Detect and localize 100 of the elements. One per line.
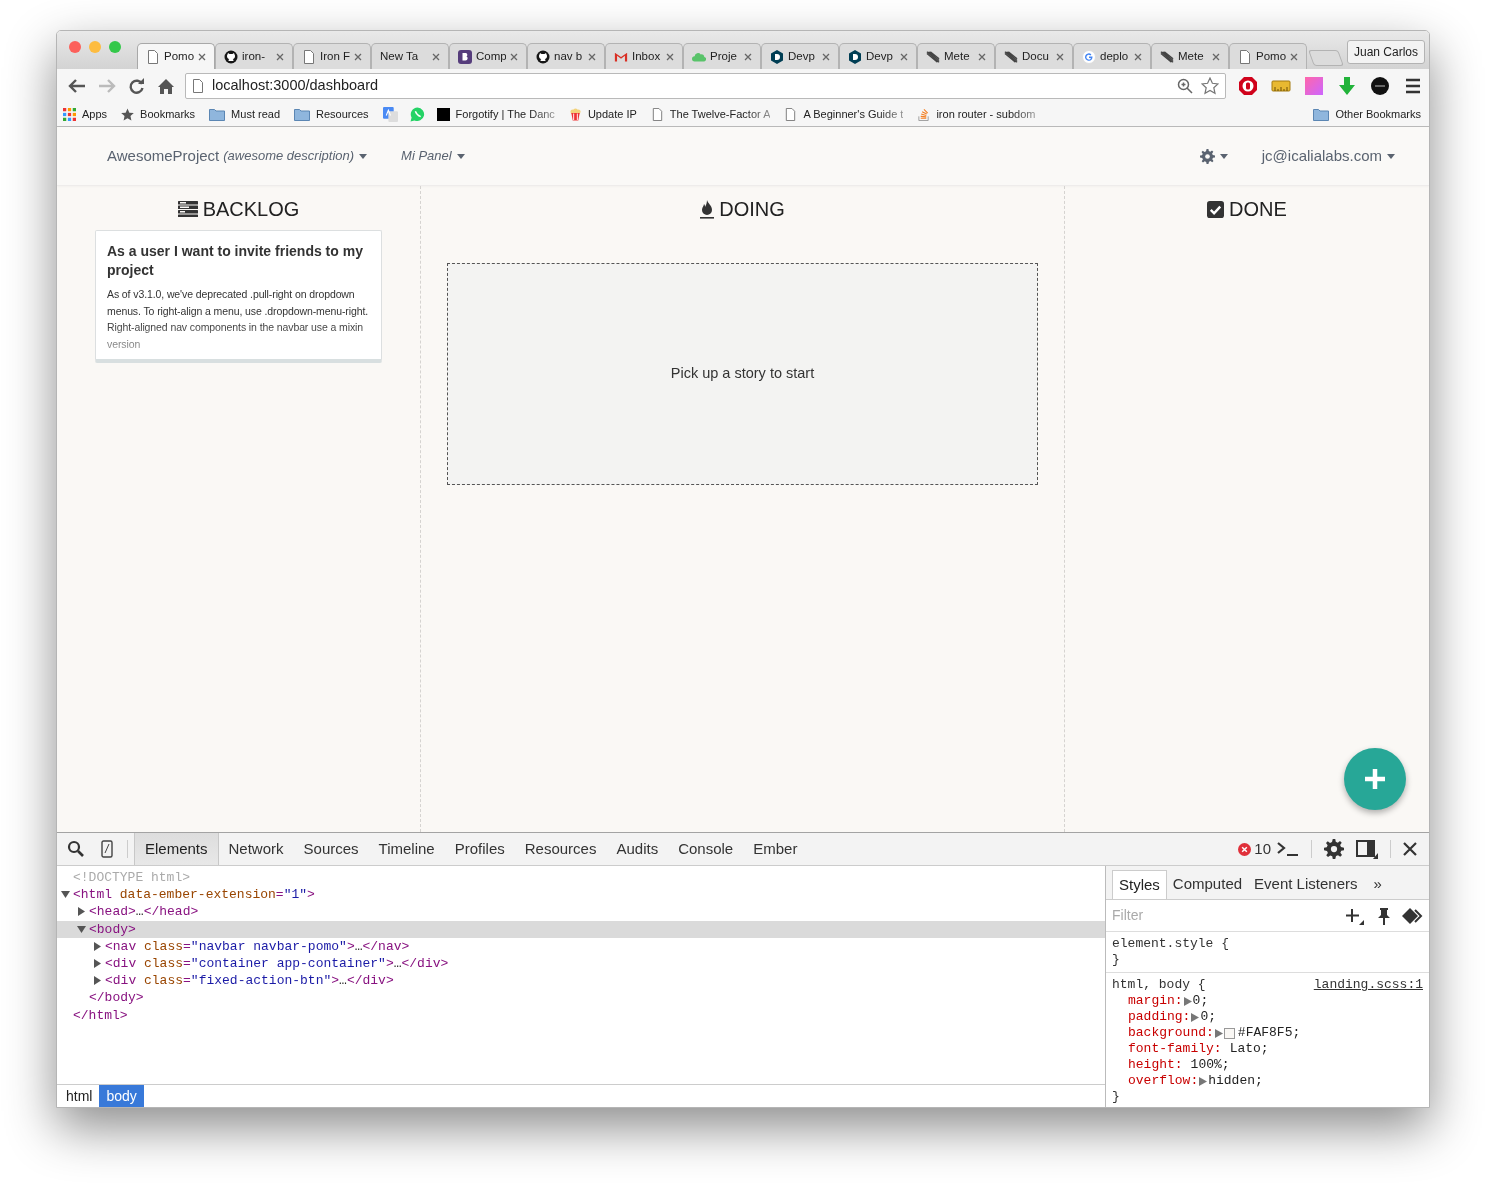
bookmark-item[interactable]: The Twelve-Factor A <box>650 104 771 125</box>
browser-tab[interactable]: Pomo <box>137 43 215 69</box>
devtools-tab[interactable]: Timeline <box>368 833 445 865</box>
styles-tab[interactable]: Styles <box>1112 870 1167 899</box>
browser-tab[interactable]: New Ta <box>371 43 449 69</box>
browser-tab[interactable]: Mete <box>917 43 995 69</box>
project-dropdown[interactable]: AwesomeProject (awesome description) <box>107 144 368 168</box>
plus-icon <box>1363 767 1387 791</box>
profile-button[interactable]: Juan Carlos <box>1346 40 1425 64</box>
browser-tab[interactable]: Devp <box>761 43 839 69</box>
download-arrow-icon[interactable] <box>1337 76 1357 96</box>
menu-icon[interactable] <box>1403 77 1423 95</box>
breadcrumb[interactable]: body <box>99 1085 144 1107</box>
dom-node[interactable]: <body> <box>89 920 136 938</box>
circle-icon[interactable] <box>1370 76 1390 96</box>
expand-triangle-icon[interactable] <box>1183 996 1192 1006</box>
mobile-device-icon[interactable] <box>101 840 113 858</box>
browser-tab[interactable]: Pomo <box>1229 43 1307 69</box>
devtools-tab[interactable]: Sources <box>293 833 369 865</box>
styles-tab[interactable]: Computed <box>1166 870 1249 899</box>
disclosure-triangle-icon[interactable] <box>77 924 86 934</box>
bookmark-item[interactable]: Must read <box>209 104 281 125</box>
dom-node[interactable]: <html data-ember-extension="1"> <box>73 886 315 904</box>
browser-tab[interactable]: Docu <box>995 43 1073 69</box>
console-prompt-icon[interactable] <box>1277 842 1299 856</box>
disclosure-triangle-icon[interactable] <box>93 976 102 986</box>
more-tabs-button[interactable]: » <box>1363 870 1392 899</box>
ruler-icon[interactable] <box>1271 78 1291 94</box>
browser-tab[interactable]: Comp <box>449 43 527 69</box>
letter-g-icon <box>1082 49 1096 64</box>
devtools-tab[interactable]: Audits <box>606 833 669 865</box>
expand-triangle-icon[interactable] <box>1199 1076 1208 1086</box>
diamond-icon[interactable] <box>1401 906 1423 925</box>
bookmark-item[interactable]: Apps <box>63 104 108 125</box>
styles-tab[interactable]: Event Listeners <box>1248 870 1364 899</box>
color-swatch[interactable] <box>1223 1027 1235 1039</box>
browser-tab[interactable]: Devp <box>839 43 917 69</box>
panel-dropdown[interactable]: Mi Panel <box>401 146 465 166</box>
bookmark-item[interactable]: A Beginner's Guide t <box>784 104 904 125</box>
dom-node[interactable]: <nav class="navbar navbar-pomo">…</nav> <box>105 937 410 955</box>
column-title: DONE <box>1229 199 1287 219</box>
bookmark-item[interactable]: iron router - subdom <box>917 104 1036 125</box>
devtools-tab[interactable]: Elements <box>134 833 219 865</box>
user-dropdown[interactable]: jc@icalialabs.com <box>1261 144 1395 168</box>
settings-icon[interactable] <box>1324 839 1344 859</box>
stop-sign-icon[interactable] <box>1238 76 1258 96</box>
disclosure-triangle-icon[interactable] <box>93 941 102 951</box>
translate-icon[interactable] <box>382 107 398 122</box>
dom-node[interactable]: </html> <box>73 1007 128 1023</box>
tab-title: nav b <box>554 48 584 64</box>
address-bar[interactable]: localhost:3000/dashboard <box>185 73 1226 99</box>
disclosure-triangle-icon[interactable] <box>77 907 86 917</box>
dock-icon[interactable] <box>1356 839 1378 859</box>
filter-field[interactable]: Filter <box>1112 905 1345 926</box>
source-link[interactable]: landing.scss:1 <box>1313 977 1423 993</box>
disclosure-triangle-icon[interactable] <box>61 890 70 900</box>
dom-node[interactable]: <div class="fixed-action-btn">…</div> <box>105 972 394 990</box>
breadcrumb[interactable]: html <box>59 1085 100 1107</box>
devtools-tab[interactable]: Resources <box>514 833 607 865</box>
devtools-tab[interactable]: Ember <box>743 833 808 865</box>
close-icon[interactable] <box>198 52 206 61</box>
window-control-button[interactable] <box>69 41 81 53</box>
devtools-tab[interactable]: Profiles <box>444 833 515 865</box>
bookmark-item[interactable]: Other Bookmarks <box>1313 106 1421 123</box>
close-icon[interactable] <box>1403 842 1417 856</box>
search-icon[interactable] <box>67 840 85 858</box>
plus-icon[interactable] <box>1345 906 1365 925</box>
bookmark-item[interactable]: Update IP <box>568 104 637 125</box>
zoom-icon[interactable] <box>1177 78 1193 94</box>
dom-node[interactable]: <head>…</head> <box>89 903 199 921</box>
browser-tab[interactable]: Inbox <box>605 43 683 69</box>
letter-b-icon <box>458 49 472 64</box>
card-title: As a user I want to invite friends to my project <box>107 242 364 280</box>
card-description: As of v3.1.0, we've deprecated .pull-right on dropdown menus. To right-align a menu, use .dropdown-menu-right. Right-aligned nav components in the navbar use a mixin version <box>107 287 370 352</box>
grid-icon <box>63 108 76 121</box>
error-counter[interactable]: 10 <box>1238 837 1271 861</box>
disclosure-triangle-icon[interactable] <box>93 959 102 969</box>
expand-triangle-icon[interactable] <box>1191 1012 1200 1022</box>
bookmark-item[interactable]: Resources <box>294 104 369 125</box>
pin-icon[interactable] <box>1377 906 1391 925</box>
dom-node[interactable]: </body> <box>89 990 144 1006</box>
browser-tab[interactable]: nav b <box>527 43 605 69</box>
css-value: 0; <box>1200 1009 1217 1025</box>
browser-tab[interactable]: Iron F <box>293 43 371 69</box>
tab-title: iron- <box>242 48 266 64</box>
browser-tab[interactable]: deplo <box>1073 43 1151 69</box>
star-icon[interactable] <box>1201 77 1219 95</box>
browser-tab[interactable]: iron- <box>215 43 293 69</box>
story-card[interactable] <box>95 230 382 363</box>
expand-triangle-icon[interactable] <box>1214 1028 1223 1038</box>
bookmark-item[interactable]: Forgotify | The Danc <box>436 104 555 125</box>
devtools-tab[interactable]: Console <box>668 833 744 865</box>
dom-node[interactable]: <div class="container app-container">…</div> <box>105 954 449 973</box>
browser-tab[interactable]: Mete <box>1151 43 1229 69</box>
add-button[interactable] <box>1344 748 1406 810</box>
settings-dropdown[interactable] <box>1199 148 1228 164</box>
browser-tab[interactable]: Proje <box>683 43 761 69</box>
devtools-tab[interactable]: Network <box>218 833 294 865</box>
bookmark-item[interactable]: Bookmarks <box>121 104 196 125</box>
gradient-square-icon[interactable] <box>1304 76 1324 96</box>
